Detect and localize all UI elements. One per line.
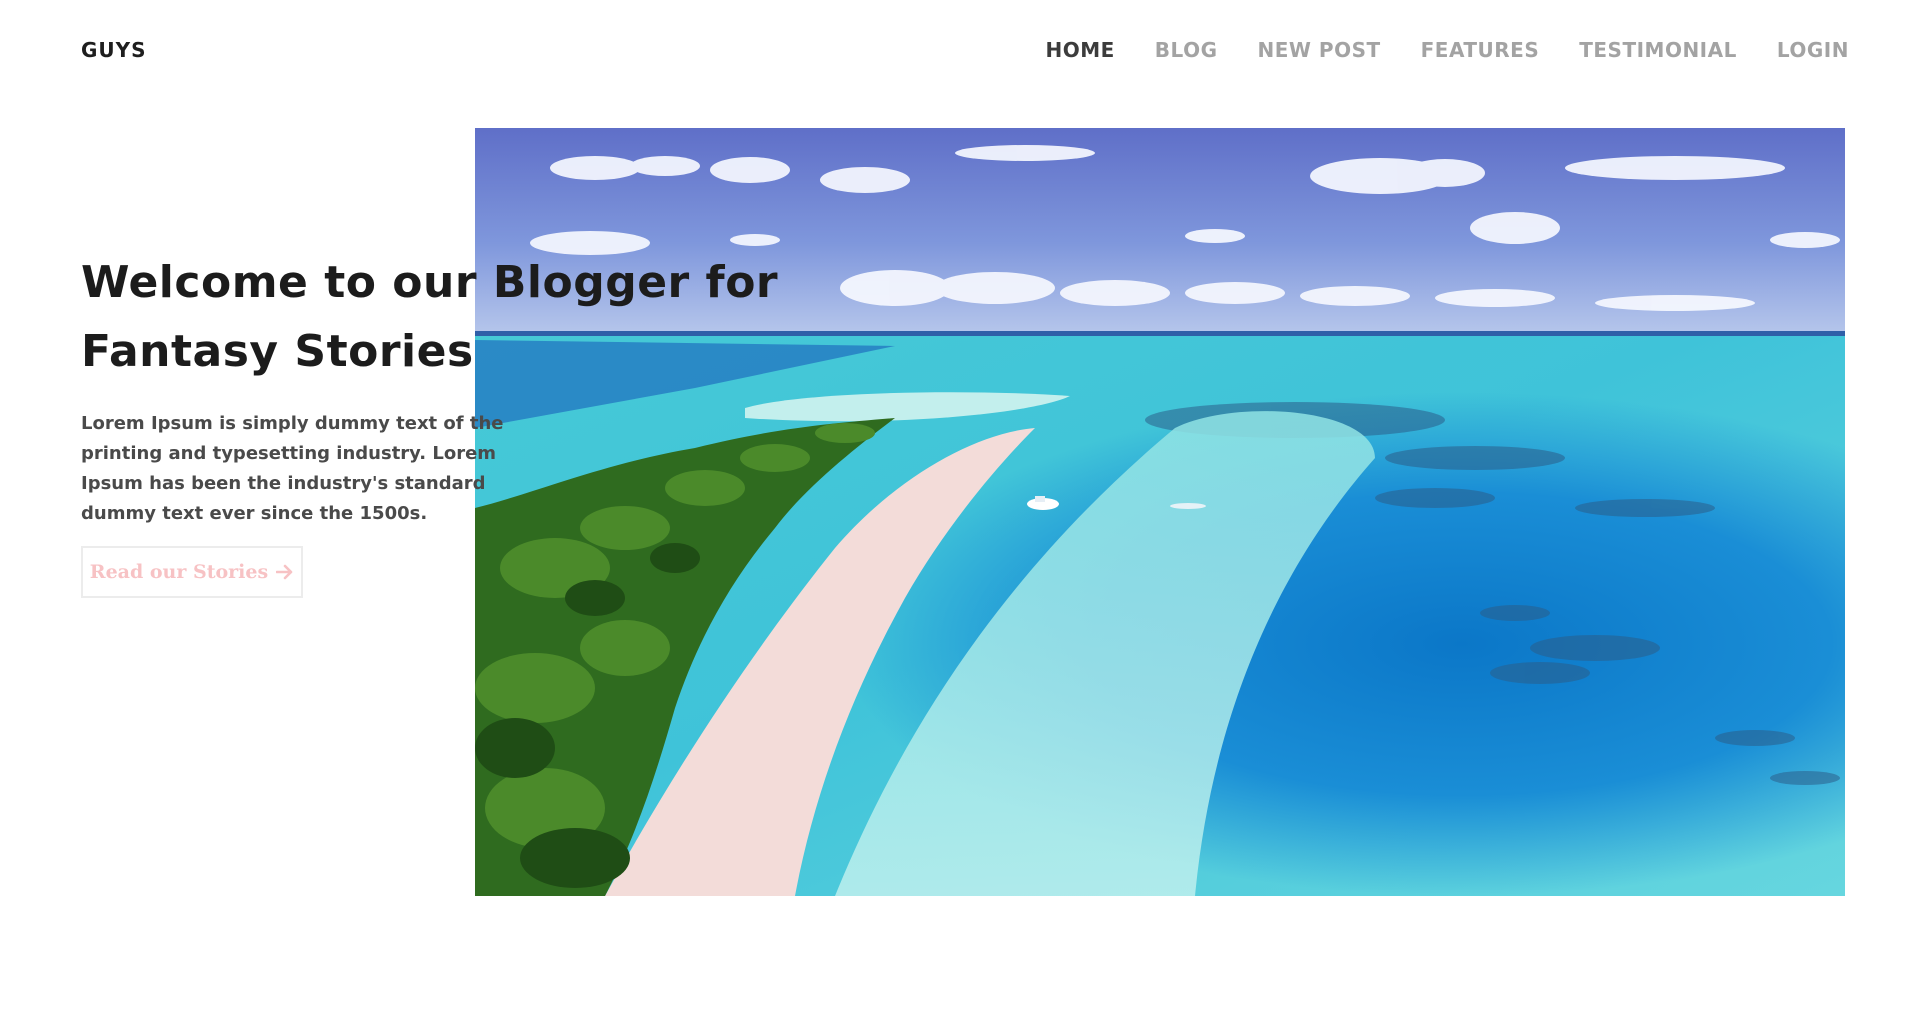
tropical-beach-illustration xyxy=(475,128,1845,896)
nav-link-testimonial[interactable]: TESTIMONIAL xyxy=(1579,38,1737,62)
main-nav: HOME BLOG NEW POST FEATURES TESTIMONIAL … xyxy=(1045,38,1849,62)
nav-item-features: FEATURES xyxy=(1421,38,1540,62)
nav-link-blog[interactable]: BLOG xyxy=(1155,38,1218,62)
site-logo[interactable]: GUYS xyxy=(81,38,147,62)
nav-item-login: LOGIN xyxy=(1777,38,1849,62)
read-stories-label: Read our Stories xyxy=(89,561,269,583)
header: GUYS HOME BLOG NEW POST FEATURES TESTIMO… xyxy=(0,0,1920,100)
nav-link-home[interactable]: HOME xyxy=(1045,38,1114,62)
nav-item-new-post: NEW POST xyxy=(1258,38,1381,62)
nav-item-blog: BLOG xyxy=(1155,38,1218,62)
nav-link-new-post[interactable]: NEW POST xyxy=(1258,38,1381,62)
nav-link-features[interactable]: FEATURES xyxy=(1421,38,1540,62)
arrow-right-icon xyxy=(276,564,293,580)
nav-item-home: HOME xyxy=(1045,38,1114,62)
read-stories-button[interactable]: Read our Stories xyxy=(81,546,303,598)
hero-title: Welcome to our Blogger for Fantasy Stori… xyxy=(81,257,779,377)
page: GUYS HOME BLOG NEW POST FEATURES TESTIMO… xyxy=(0,0,1920,1032)
hero-description: Lorem Ipsum is simply dummy text of the … xyxy=(81,413,504,524)
nav-link-login[interactable]: LOGIN xyxy=(1777,38,1849,62)
hero-image xyxy=(475,128,1845,896)
nav-item-testimonial: TESTIMONIAL xyxy=(1579,38,1737,62)
